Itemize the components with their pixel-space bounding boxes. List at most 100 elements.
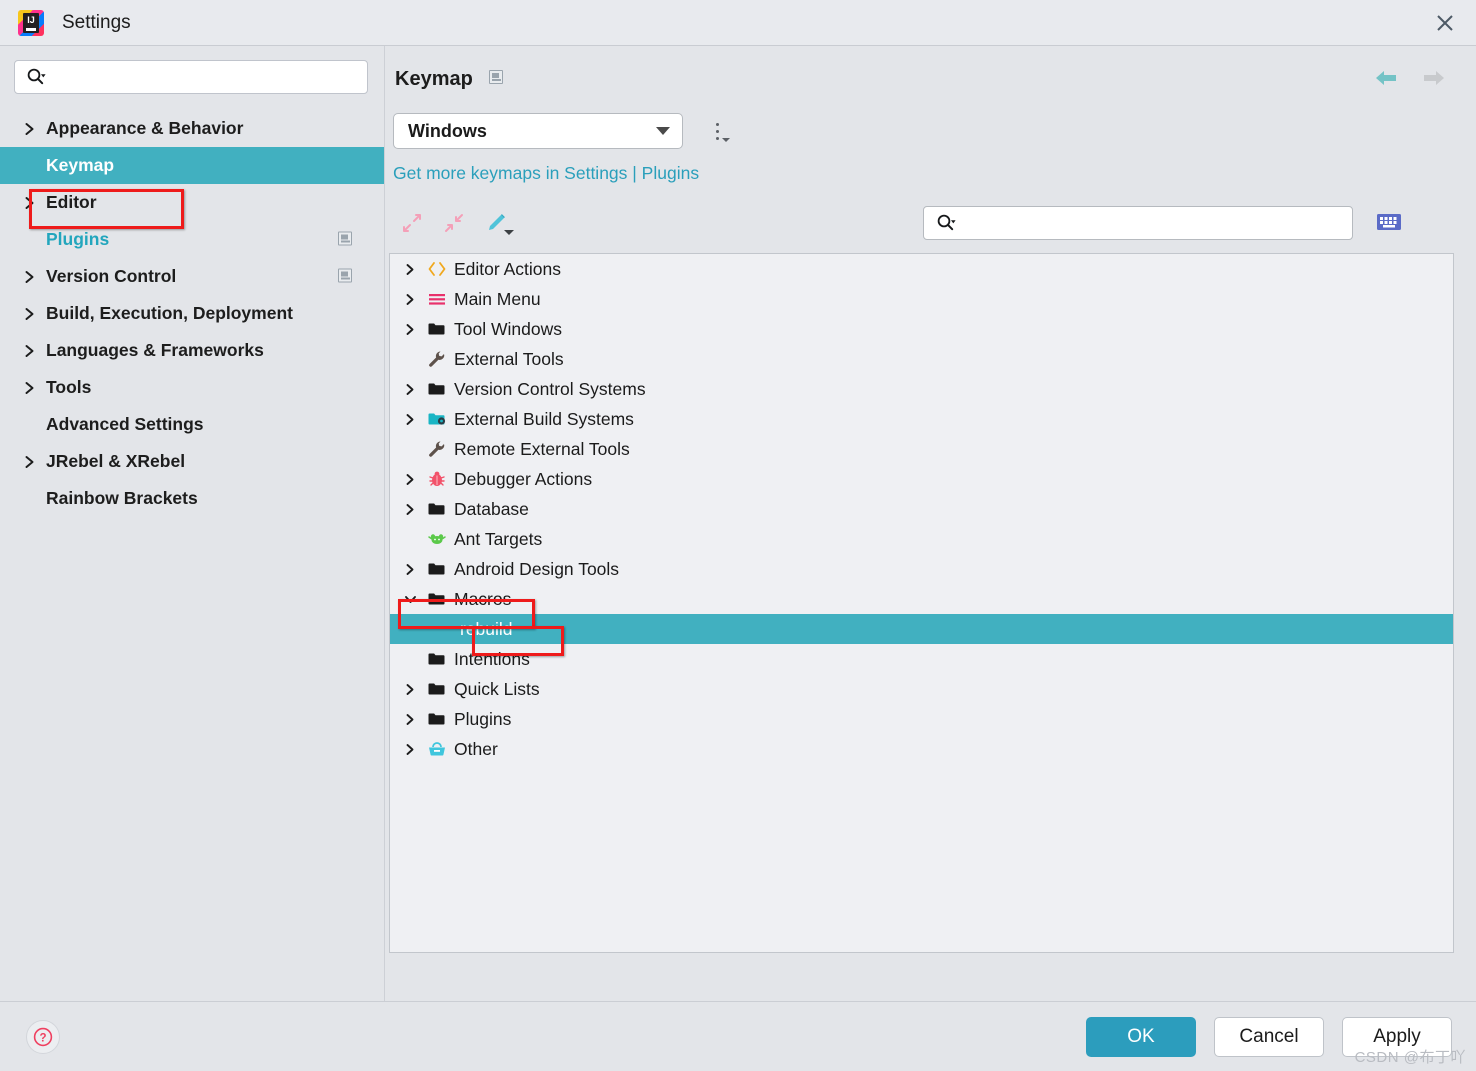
sidebar-item-editor[interactable]: Editor [0,184,384,221]
sidebar-search-input[interactable] [14,60,368,94]
keymap-select[interactable]: Windows [393,113,683,149]
chevron-right-icon[interactable] [398,563,422,576]
tree-row-android-design-tools[interactable]: Android Design Tools [390,554,1453,584]
sidebar-item-label: Languages & Frameworks [46,340,264,360]
chevron-right-icon [24,196,44,210]
search-icon [27,68,46,85]
folder-icon [422,711,452,727]
get-more-keymaps-link[interactable]: Get more keymaps in Settings | Plugins [393,163,1454,184]
more-options-icon[interactable] [705,116,730,146]
edit-pencil-icon[interactable] [477,208,515,238]
sidebar-item-label: Editor [46,192,97,212]
sidebar-item-rainbow-brackets[interactable]: Rainbow Brackets [0,480,384,517]
tree-row-label: Remote External Tools [454,438,630,459]
collapse-all-icon[interactable] [435,208,473,238]
tree-row-version-control-systems[interactable]: Version Control Systems [390,374,1453,404]
sidebar-item-build-execution-deployment[interactable]: Build, Execution, Deployment [0,295,384,332]
tree-row-label: Macros [454,588,512,609]
tree-row-debugger-actions[interactable]: Debugger Actions [390,464,1453,494]
tree-row-intentions[interactable]: Intentions [390,644,1453,674]
chevron-right-icon[interactable] [398,323,422,336]
sidebar-item-label: Plugins [46,229,110,249]
sidebar-item-label: JRebel & XRebel [46,451,186,471]
keymap-select-value: Windows [408,120,487,141]
sidebar-item-tools[interactable]: Tools [0,369,384,406]
help-question-icon[interactable]: ? [26,1019,60,1054]
sidebar-item-advanced-settings[interactable]: Advanced Settings [0,406,384,443]
chevron-right-icon [24,381,44,395]
tree-row-external-tools[interactable]: External Tools [390,344,1453,374]
folder-icon [422,381,452,397]
settings-sync-icon [488,70,503,89]
keymap-search-input[interactable] [923,206,1353,240]
chevron-right-icon[interactable] [398,263,422,276]
chevron-right-icon[interactable] [398,683,422,696]
settings-sidebar: Appearance & Behavior Keymap Editor Plug… [0,46,385,1001]
arrow-right-icon[interactable] [1420,68,1446,93]
tree-row-label: Main Menu [454,288,541,309]
sidebar-item-appearance-behavior[interactable]: Appearance & Behavior [0,110,384,147]
sidebar-item-plugins[interactable]: Plugins [0,221,384,258]
menu-lines-icon [422,291,452,307]
chevron-down-icon [656,127,670,135]
tree-row-label: Plugins [454,708,512,729]
folder-gear-icon [422,411,452,427]
sidebar-item-label: Advanced Settings [46,414,204,434]
intellij-idea-logo-icon: IJ [18,9,44,36]
settings-sync-icon [338,229,352,250]
chevron-right-icon[interactable] [398,293,422,306]
tree-row-label: Database [454,498,529,519]
tree-row-rebuild[interactable]: rebuild [390,614,1453,644]
keymap-header: Keymap [385,46,1454,91]
folder-icon [422,651,452,667]
tree-row-tool-windows[interactable]: Tool Windows [390,314,1453,344]
apply-button[interactable]: Apply [1342,1016,1452,1057]
tree-row-remote-external-tools[interactable]: Remote External Tools [390,434,1453,464]
tree-row-ant-targets[interactable]: Ant Targets [390,524,1453,554]
sidebar-item-label: Tools [46,377,92,397]
sidebar-item-jrebel-xrebel[interactable]: JRebel & XRebel [0,443,384,480]
chevron-right-icon [24,307,44,321]
tree-row-main-menu[interactable]: Main Menu [390,284,1453,314]
sidebar-item-version-control[interactable]: Version Control [0,258,384,295]
chevron-right-icon[interactable] [398,503,422,516]
chevron-right-icon[interactable] [398,713,422,726]
chevron-right-icon [24,122,44,136]
sidebar-item-keymap[interactable]: Keymap [0,147,384,184]
folder-icon [422,561,452,577]
sidebar-item-label: Rainbow Brackets [46,488,198,508]
tree-row-other[interactable]: Other [390,734,1453,764]
sidebar-item-label: Build, Execution, Deployment [46,303,293,323]
tree-row-external-build-systems[interactable]: External Build Systems [390,404,1453,434]
keymap-select-row: Windows [393,113,1454,149]
chevron-right-icon [24,270,44,284]
tree-row-editor-actions[interactable]: Editor Actions [390,254,1453,284]
keyboard-icon[interactable] [1375,208,1403,236]
tree-row-quick-lists[interactable]: Quick Lists [390,674,1453,704]
chevron-right-icon[interactable] [398,413,422,426]
tree-row-macros[interactable]: Macros [390,584,1453,614]
keymap-tree[interactable]: Editor Actions Main Menu Tool Windows Ex… [389,253,1454,953]
sidebar-item-label: Version Control [46,266,177,286]
tree-row-label: Tool Windows [454,318,562,339]
arrow-left-icon[interactable] [1374,68,1400,93]
expand-all-icon[interactable] [393,208,431,238]
settings-sync-icon [338,266,352,287]
tree-row-database[interactable]: Database [390,494,1453,524]
svg-text:?: ? [39,1032,46,1044]
close-icon[interactable] [1414,0,1476,45]
sidebar-item-languages-frameworks[interactable]: Languages & Frameworks [0,332,384,369]
tree-row-label: Other [454,738,498,759]
keymap-panel: Keymap Windows Get more keymaps in Setti… [385,46,1476,1001]
tree-row-plugins[interactable]: Plugins [390,704,1453,734]
cancel-button[interactable]: Cancel [1214,1016,1324,1057]
chevron-right-icon [24,344,44,358]
ok-button[interactable]: OK [1086,1016,1196,1057]
tree-row-label: Ant Targets [454,528,543,549]
chevron-right-icon[interactable] [398,473,422,486]
dialog-body: Appearance & Behavior Keymap Editor Plug… [0,46,1476,1001]
chevron-right-icon[interactable] [398,383,422,396]
window-title: Settings [62,11,131,33]
chevron-right-icon[interactable] [398,743,422,756]
chevron-down-icon[interactable] [398,594,422,605]
